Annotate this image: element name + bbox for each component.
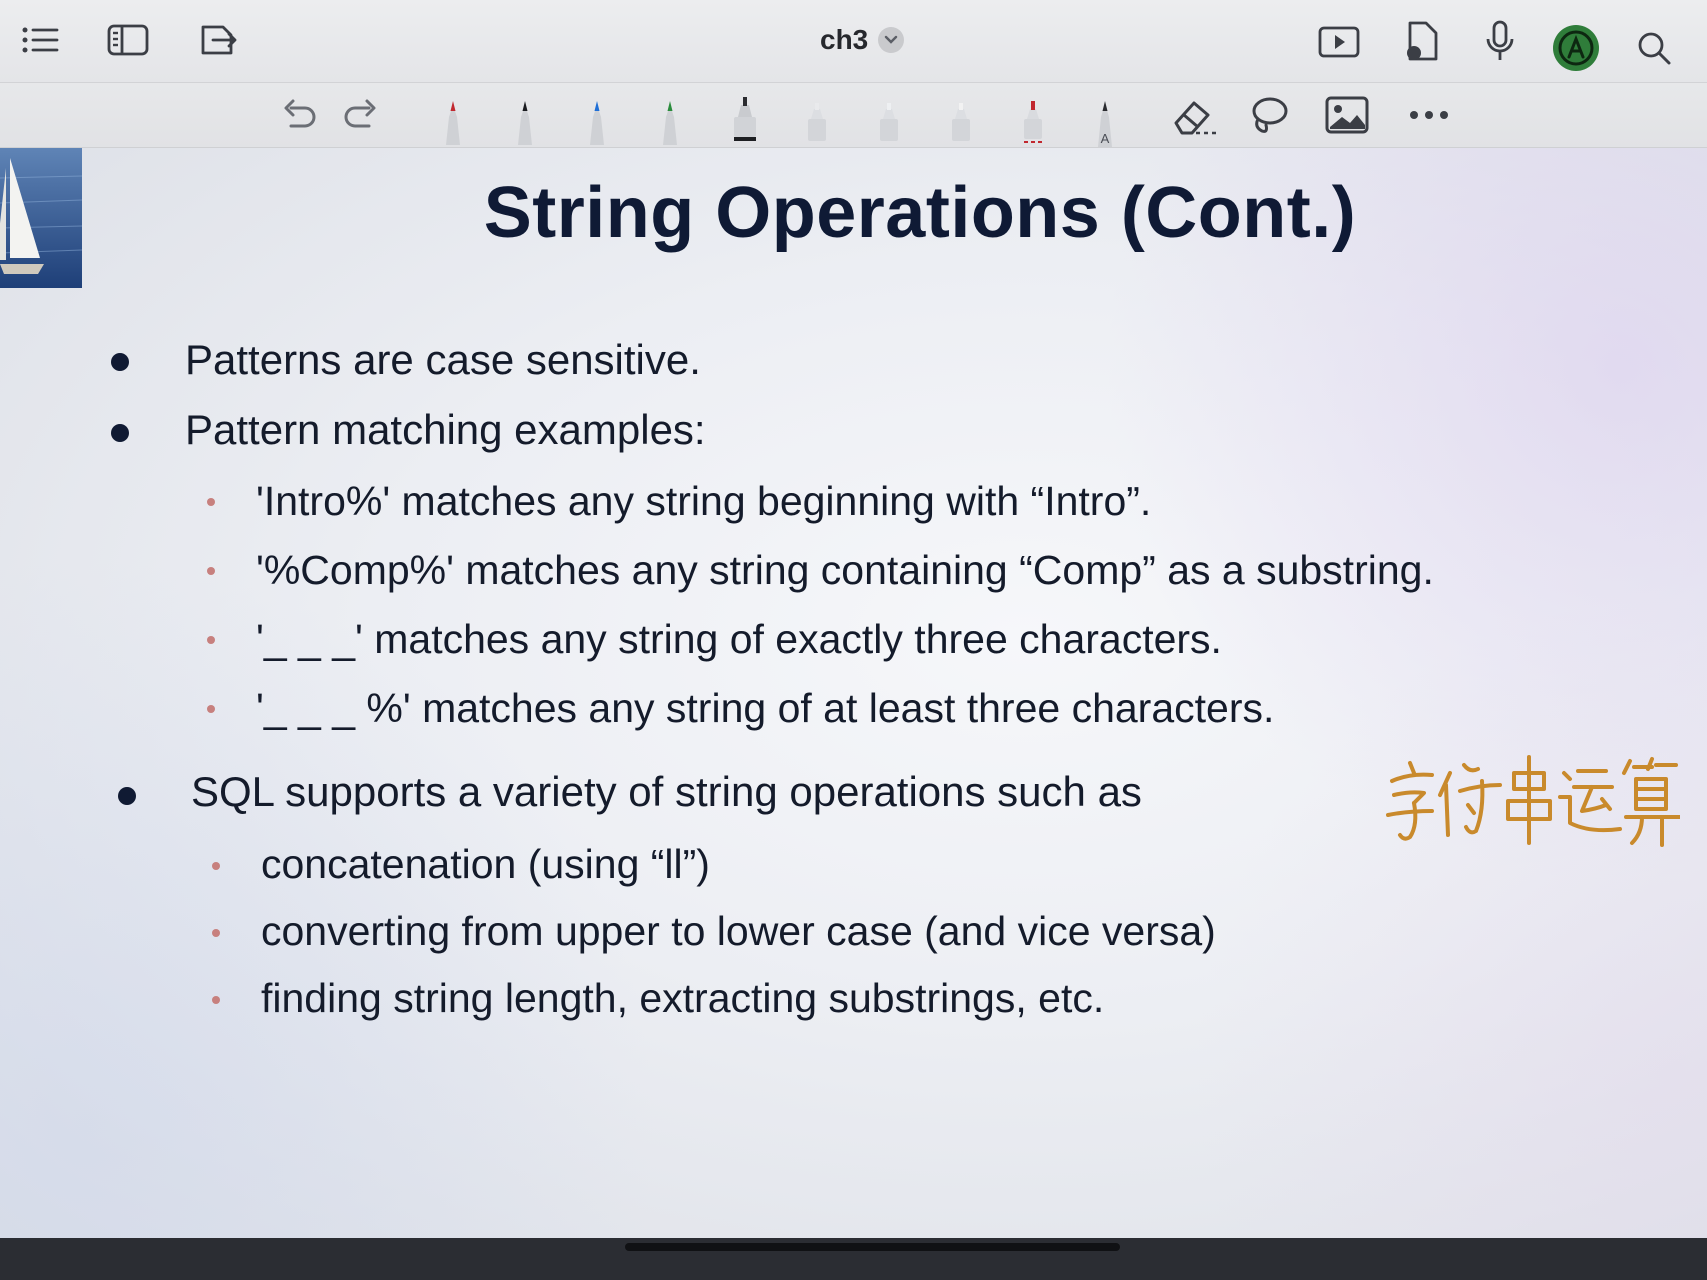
more-icon[interactable] [1404,99,1454,131]
bullet-marker [111,353,129,371]
present-icon[interactable] [1316,22,1362,62]
slide-canvas[interactable]: String Operations (Cont.) Patterns are c… [0,148,1707,1238]
pen-green-icon[interactable] [655,95,685,145]
annotation-toolbar: A [0,83,1707,148]
sub-bullet-marker [207,636,215,644]
microphone-icon[interactable] [1480,16,1520,66]
list-icon[interactable] [18,20,62,60]
sub-bullet-item: concatenation (using “ll”) [261,841,710,887]
document-title: ch3 [820,24,869,55]
sub-bullet-item: 'Intro%' matches any string beginning wi… [256,478,1152,524]
document-audio-icon[interactable] [1398,16,1444,66]
sub-bullet-item: converting from upper to lower case (and… [261,908,1216,954]
sub-bullet-marker [207,567,215,575]
bullet-marker [111,424,129,442]
sub-bullet-item: '%Comp%' matches any string containing “… [256,547,1434,593]
top-navigation-bar: ch3 [0,0,1707,83]
pen-black-icon[interactable] [510,95,540,145]
pen-blue-icon[interactable] [582,95,612,145]
slide-title: String Operations (Cont.) [483,173,1357,253]
sub-bullet-item: '_ _ _ %' matches any string of at least… [256,685,1275,731]
document-title-menu[interactable]: ch3 [820,22,905,58]
bullet-item: Patterns are case sensitive. [185,336,701,383]
export-icon[interactable] [194,18,242,62]
highlighter-white-icon[interactable] [872,95,906,145]
sub-bullet-marker [212,929,220,937]
home-indicator[interactable] [625,1243,1120,1251]
redo-icon[interactable] [338,93,384,139]
marker-black-icon[interactable] [728,95,762,145]
lasso-icon[interactable] [1244,91,1294,141]
sub-bullet-marker [212,996,220,1004]
pen-red-icon[interactable] [438,95,468,145]
undo-icon[interactable] [276,93,322,139]
sidebar-icon[interactable] [104,20,152,60]
sub-bullet-marker [212,862,220,870]
search-icon[interactable] [1632,26,1676,70]
marker-red-dashed-icon[interactable] [1016,95,1050,145]
bullet-marker [118,787,136,805]
highlighter-white-icon[interactable] [944,95,978,145]
sub-bullet-item: '_ _ _' matches any string of exactly th… [256,616,1222,662]
bullet-item: Pattern matching examples: [185,406,706,453]
highlighter-white-icon[interactable] [800,95,834,145]
chevron-down-icon [878,27,905,53]
image-icon[interactable] [1322,91,1372,139]
sub-bullet-marker [207,498,215,506]
eraser-icon[interactable] [1168,89,1224,141]
text-pen-letter: A [1101,131,1110,146]
handwritten-annotation[interactable] [1380,743,1682,853]
pencil-mode-icon[interactable] [1550,22,1602,74]
sub-bullet-marker [207,705,215,713]
sub-bullet-item: finding string length, extracting substr… [261,975,1105,1021]
text-pen-icon[interactable]: A [1090,95,1120,147]
bullet-item: SQL supports a variety of string operati… [191,768,1142,815]
